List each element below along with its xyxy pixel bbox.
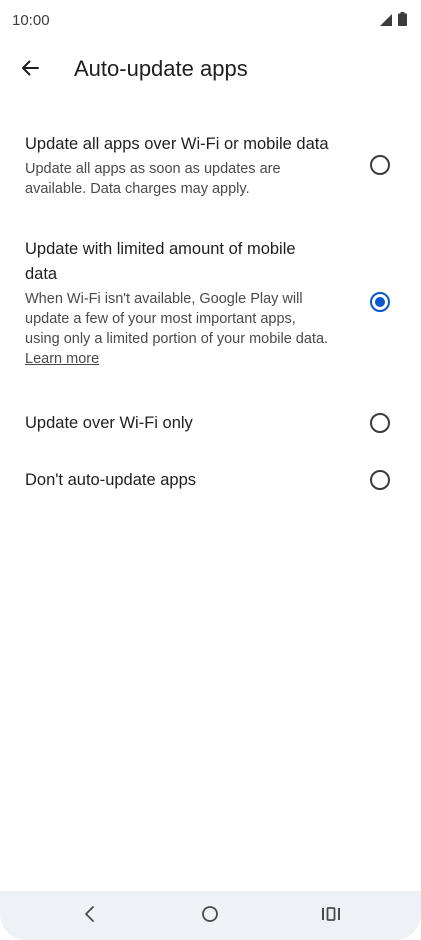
- nav-home-button[interactable]: [197, 903, 223, 929]
- battery-icon: [398, 12, 407, 31]
- arrow-left-icon: [20, 58, 40, 83]
- learn-more-link[interactable]: Learn more: [25, 351, 99, 367]
- option-title: Update all apps over Wi-Fi or mobile dat…: [25, 135, 329, 153]
- option-title: Update over Wi-Fi only: [25, 414, 193, 432]
- recents-icon: [321, 906, 341, 927]
- radio-button[interactable]: [370, 154, 390, 175]
- radio-button[interactable]: [370, 469, 390, 490]
- nav-back-button[interactable]: [77, 903, 103, 929]
- option-description: When Wi-Fi isn't available, Google Play …: [25, 289, 331, 369]
- radio-button-selected[interactable]: [370, 292, 390, 312]
- status-bar: 10:00: [0, 0, 421, 40]
- page-title: Auto-update apps: [74, 56, 248, 81]
- option-limited-mobile-data[interactable]: Update with limited amount of mobile dat…: [0, 225, 421, 381]
- status-icons: [380, 12, 407, 31]
- back-icon: [83, 905, 97, 928]
- status-time: 10:00: [12, 12, 50, 29]
- navigation-bar: [0, 891, 421, 940]
- option-description: Update all apps as soon as updates are a…: [25, 161, 281, 197]
- option-wifi-only[interactable]: Update over Wi-Fi only: [0, 395, 421, 452]
- app-bar: Auto-update apps: [0, 48, 421, 92]
- nav-recents-button[interactable]: [318, 903, 344, 929]
- home-icon: [201, 905, 219, 928]
- radio-button[interactable]: [370, 412, 390, 433]
- back-button[interactable]: [12, 52, 48, 88]
- option-title: Update with limited amount of mobile dat…: [25, 240, 296, 283]
- option-title: Don't auto-update apps: [25, 471, 197, 489]
- signal-icon: [380, 13, 392, 31]
- option-description-text: When Wi-Fi isn't available, Google Play …: [25, 291, 329, 347]
- options-list: Update all apps over Wi-Fi or mobile dat…: [0, 120, 421, 509]
- option-wifi-or-mobile[interactable]: Update all apps over Wi-Fi or mobile dat…: [0, 120, 421, 211]
- option-dont-auto-update[interactable]: Don't auto-update apps: [0, 452, 421, 509]
